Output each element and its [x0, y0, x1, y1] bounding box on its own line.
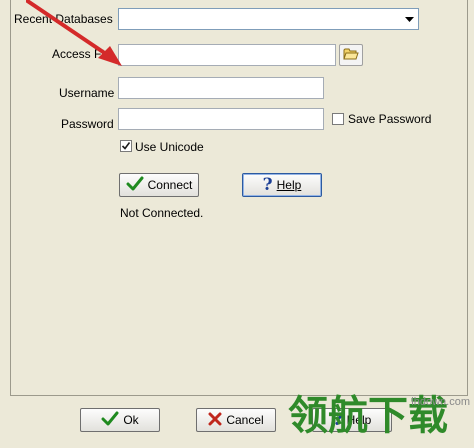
- help-button[interactable]: ? Help: [242, 173, 322, 197]
- watermark-site: lhdown.com: [411, 396, 470, 408]
- access-file-field[interactable]: [118, 44, 336, 66]
- connect-label: Connect: [147, 178, 193, 192]
- watermark: 领航下载 lhdown.com: [280, 392, 474, 448]
- use-unicode-checkbox[interactable]: [120, 140, 132, 152]
- username-field[interactable]: [118, 77, 324, 99]
- recent-databases-label: Recent Databases: [14, 12, 113, 26]
- use-unicode-label: Use Unicode: [135, 140, 204, 154]
- username-label: Username: [59, 86, 115, 100]
- check-icon: [126, 176, 144, 195]
- check-icon: [101, 411, 119, 430]
- chevron-down-icon[interactable]: [401, 10, 417, 28]
- connect-button[interactable]: Connect: [119, 173, 199, 197]
- question-icon: ?: [262, 175, 273, 195]
- save-password-label: Save Password: [348, 112, 432, 126]
- cancel-label: Cancel: [226, 413, 264, 427]
- ok-button[interactable]: Ok: [80, 408, 160, 432]
- save-password-checkbox[interactable]: [332, 113, 344, 125]
- access-file-label: Access Fi: [52, 47, 105, 61]
- help-label: Help: [276, 178, 302, 192]
- password-field[interactable]: [118, 108, 324, 130]
- ok-label: Ok: [123, 413, 139, 427]
- connection-status: Not Connected.: [120, 206, 204, 220]
- cancel-button[interactable]: Cancel: [196, 408, 276, 432]
- browse-file-button[interactable]: [339, 44, 363, 66]
- x-icon: [208, 412, 222, 429]
- check-icon: [121, 142, 131, 150]
- recent-databases-dropdown[interactable]: [118, 8, 419, 30]
- password-label: Password: [61, 117, 114, 131]
- folder-open-icon: [343, 47, 359, 64]
